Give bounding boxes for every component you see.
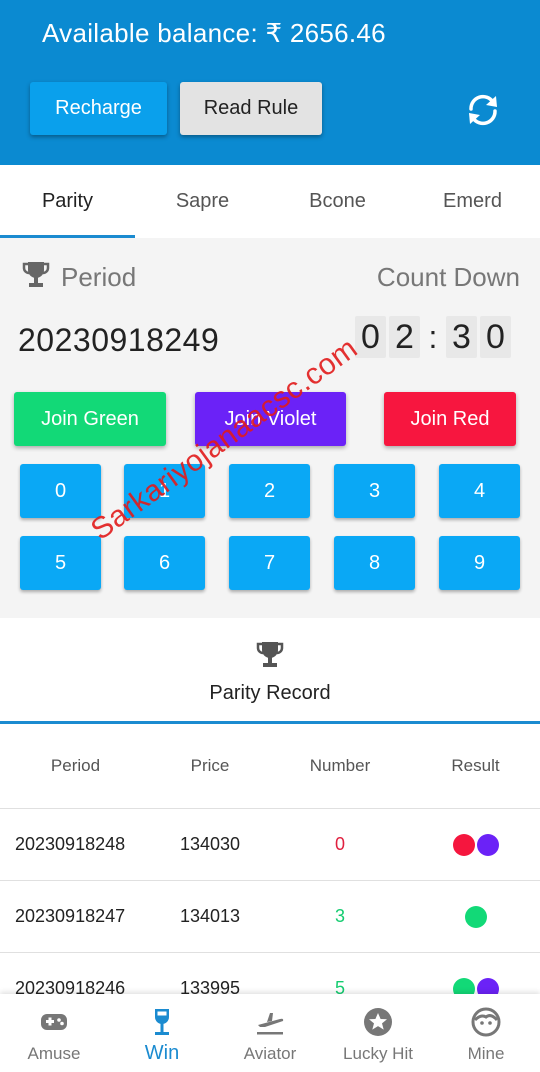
trophy-icon (22, 262, 50, 287)
nav-label: Aviator (243, 1044, 297, 1063)
row-price: 134030 (179, 834, 241, 854)
row-period: 20230918247 (15, 906, 126, 926)
nav-label: Win (144, 1042, 180, 1064)
number-button-8[interactable]: 8 (334, 536, 415, 590)
nav-amuse[interactable]: Amuse (0, 994, 108, 1072)
row-period: 20230918248 (15, 834, 126, 854)
number-button-0[interactable]: 0 (20, 464, 101, 518)
number-button-2[interactable]: 2 (229, 464, 310, 518)
row-number: 3 (334, 906, 345, 926)
countdown-timer: 0 2 : 3 0 (355, 316, 514, 358)
row-price: 134013 (179, 906, 241, 926)
result-dot (464, 905, 487, 928)
read-rule-button[interactable]: Read Rule (180, 82, 322, 135)
current-period: 20230918249 (18, 322, 220, 358)
table-row: 20230918248 134030 0 (0, 809, 540, 881)
join-green-button[interactable]: Join Green (14, 392, 166, 446)
nav-win[interactable]: Win (108, 994, 216, 1072)
col-price: Price (190, 756, 230, 775)
result-dot (476, 833, 499, 856)
nav-lucky-hit[interactable]: Lucky Hit (324, 994, 432, 1072)
tab-emerd[interactable]: Emerd (405, 165, 540, 238)
wine-glass-icon (155, 1009, 169, 1035)
number-button-6[interactable]: 6 (124, 536, 205, 590)
nav-aviator[interactable]: Aviator (216, 994, 324, 1072)
trophy-icon (256, 642, 284, 667)
recharge-button[interactable]: Recharge (30, 82, 167, 135)
tab-parity[interactable]: Parity (0, 165, 135, 238)
nav-label: Mine (467, 1044, 505, 1063)
timer-digit: 0 (480, 316, 511, 358)
number-button-5[interactable]: 5 (20, 536, 101, 590)
number-button-3[interactable]: 3 (334, 464, 415, 518)
bottom-nav: Amuse Win Aviator Lucky Hit Mine (0, 994, 540, 1072)
number-button-4[interactable]: 4 (439, 464, 520, 518)
game-panel: Period Count Down 20230918249 0 2 : 3 0 … (0, 238, 540, 618)
nav-label: Lucky Hit (343, 1044, 413, 1063)
game-tabs: Parity Sapre Bcone Emerd (0, 165, 540, 238)
table-header: Period Price Number Result (0, 724, 540, 809)
timer-digit: 3 (446, 316, 477, 358)
number-button-9[interactable]: 9 (439, 536, 520, 590)
row-period: 20230918246 (15, 978, 126, 994)
tab-sapre[interactable]: Sapre (135, 165, 270, 238)
nav-mine[interactable]: Mine (432, 994, 540, 1072)
timer-digit: 2 (389, 316, 420, 358)
row-result (411, 833, 540, 856)
number-button-7[interactable]: 7 (229, 536, 310, 590)
col-result: Result (451, 756, 500, 775)
row-price: 133995 (179, 978, 241, 994)
row-number: 5 (334, 978, 345, 994)
refresh-icon[interactable] (463, 90, 503, 130)
row-number: 0 (334, 834, 345, 854)
star-icon (364, 1008, 392, 1036)
join-red-button[interactable]: Join Red (384, 392, 516, 446)
record-header: Parity Record (0, 618, 540, 724)
row-result (411, 977, 540, 994)
timer-colon: : (428, 319, 438, 355)
table-row: 20230918246 133995 5 (0, 953, 540, 994)
record-table: Period Price Number Result 20230918248 13… (0, 724, 540, 994)
record-title: Parity Record (209, 682, 331, 704)
airplane-icon (257, 1013, 284, 1035)
table-row: 20230918247 134013 3 (0, 881, 540, 953)
result-dot (476, 977, 499, 994)
tab-bcone[interactable]: Bcone (270, 165, 405, 238)
row-result (411, 905, 540, 928)
result-dot (452, 977, 475, 994)
countdown-label: Count Down (376, 262, 520, 292)
result-dot (452, 833, 475, 856)
col-period: Period (50, 756, 101, 775)
available-balance: Available balance: ₹ 2656.46 (42, 18, 386, 48)
face-icon (471, 1007, 501, 1037)
gamepad-icon (41, 1014, 67, 1030)
period-label: Period (61, 262, 137, 292)
col-number: Number (309, 756, 371, 775)
header-bar: Available balance: ₹ 2656.46 Recharge Re… (0, 0, 540, 165)
nav-label: Amuse (27, 1044, 81, 1063)
